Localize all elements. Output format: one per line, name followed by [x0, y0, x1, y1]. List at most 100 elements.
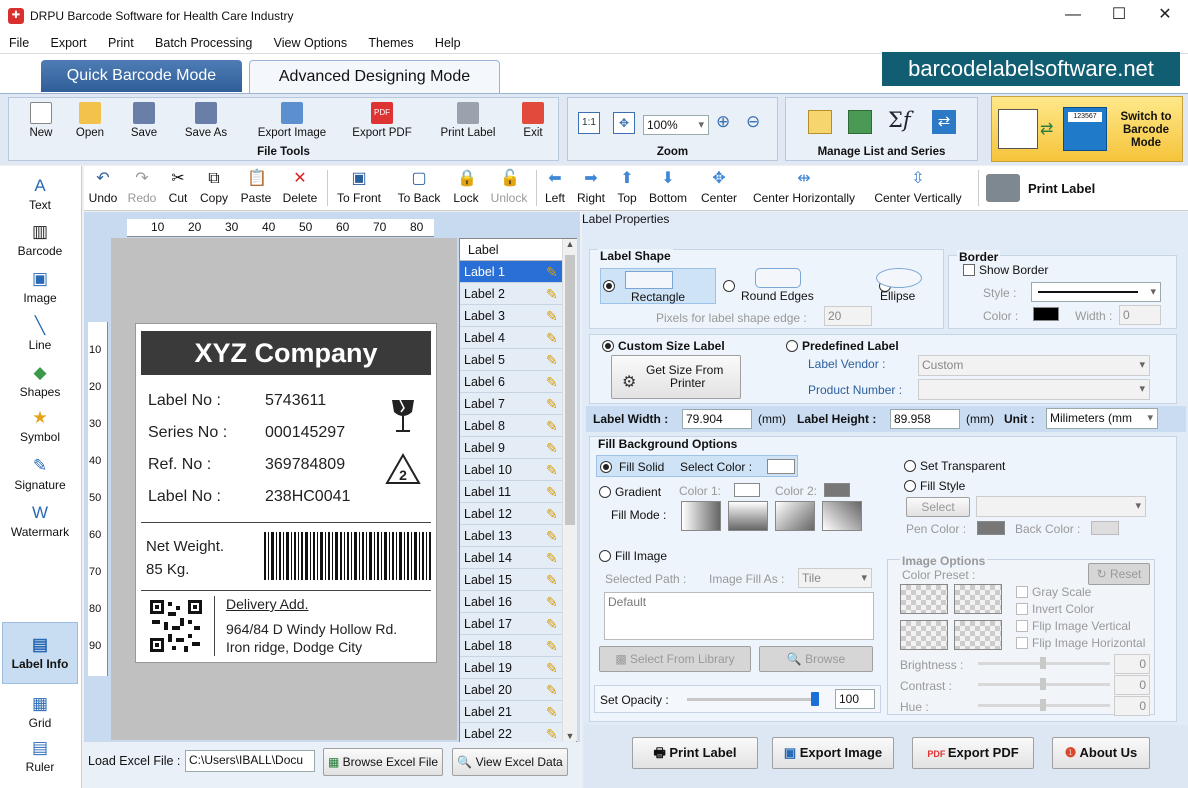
export-pdf-button[interactable]: PDF Export PDF — [347, 102, 417, 139]
label-list-item[interactable]: Label 1 ✎ — [460, 261, 576, 283]
gradient-color1-swatch[interactable] — [734, 483, 760, 497]
shape-rectangle-option[interactable]: Rectangle — [600, 268, 716, 304]
label-list-item[interactable]: Label 12 ✎ — [460, 503, 576, 525]
edit-pencil-icon[interactable]: ✎ — [546, 396, 562, 412]
label-list-item[interactable]: Label 5 ✎ — [460, 349, 576, 371]
gray-scale-check[interactable] — [1016, 586, 1028, 598]
round-edges-radio[interactable] — [723, 280, 735, 292]
label-list-item[interactable]: Label 17 ✎ — [460, 613, 576, 635]
preset-swatch-4[interactable] — [954, 620, 1002, 650]
label-list-item[interactable]: Label 4 ✎ — [460, 327, 576, 349]
hue-slider[interactable] — [978, 699, 1110, 711]
unlock-button[interactable]: 🔓 Unlock — [488, 170, 530, 205]
invert-color-checkbox[interactable]: Invert Color — [1016, 602, 1094, 616]
shapes-tool[interactable]: ◆ Shapes — [2, 363, 78, 399]
label-list-item[interactable]: Label 21 ✎ — [460, 701, 576, 723]
label-list-item[interactable]: Label 9 ✎ — [460, 437, 576, 459]
maximize-button[interactable]: ☐ — [1096, 0, 1142, 32]
fill-mode-vertical[interactable] — [728, 501, 768, 531]
net-weight-label[interactable]: Net Weight. — [146, 538, 224, 555]
edit-pencil-icon[interactable]: ✎ — [546, 704, 562, 720]
tab-advanced-designing-mode[interactable]: Advanced Designing Mode — [249, 60, 500, 93]
label-vendor-select[interactable]: Custom — [918, 355, 1150, 376]
center-horizontally-button[interactable]: ⇹ Center Horizontally — [748, 170, 860, 205]
image-tool[interactable]: ▣ Image — [2, 269, 78, 305]
delivery-title[interactable]: Delivery Add. — [226, 596, 308, 612]
menu-export[interactable]: Export — [42, 32, 96, 50]
edit-pencil-icon[interactable]: ✎ — [546, 506, 562, 522]
scroll-down-icon[interactable]: ▼ — [563, 731, 577, 741]
label-list-item[interactable]: Label 13 ✎ — [460, 525, 576, 547]
get-size-from-printer-button[interactable]: ⚙ Get Size From Printer — [611, 355, 741, 399]
custom-size-radio[interactable] — [602, 340, 614, 352]
hue-thumb[interactable] — [1040, 699, 1046, 711]
fill-style-radio[interactable] — [904, 480, 916, 492]
edit-pencil-icon[interactable]: ✎ — [546, 616, 562, 632]
line-tool[interactable]: ╲ Line — [2, 316, 78, 352]
undo-button[interactable]: ↶ Undo — [88, 170, 118, 205]
edit-pencil-icon[interactable]: ✎ — [546, 264, 562, 280]
preset-swatch-1[interactable] — [900, 584, 948, 614]
fill-style-select[interactable] — [976, 496, 1146, 517]
edit-pencil-icon[interactable]: ✎ — [546, 594, 562, 610]
label-list-scrollbar[interactable]: ▲ ▼ — [562, 239, 577, 741]
edit-pencil-icon[interactable]: ✎ — [546, 374, 562, 390]
lock-button[interactable]: 🔒 Lock — [450, 170, 482, 205]
switch-to-barcode-mode-button[interactable]: ⇄ 123567 Switch to Barcode Mode — [991, 96, 1183, 162]
set-transparent-option[interactable]: Set Transparent — [904, 459, 1005, 473]
edit-pencil-icon[interactable]: ✎ — [546, 330, 562, 346]
brightness-input[interactable]: 0 — [1114, 654, 1150, 674]
text-tool[interactable]: A Text — [2, 176, 78, 212]
fill-color-swatch[interactable] — [767, 459, 795, 474]
edit-pencil-icon[interactable]: ✎ — [546, 638, 562, 654]
minimize-button[interactable]: — — [1050, 0, 1096, 32]
excel-path-input[interactable]: C:\Users\IBALL\Docu — [185, 750, 315, 772]
menu-file[interactable]: File — [0, 32, 38, 50]
label-list-item[interactable]: Label 19 ✎ — [460, 657, 576, 679]
gray-scale-checkbox[interactable]: Gray Scale — [1016, 585, 1091, 599]
cut-button[interactable]: ✂ Cut — [166, 170, 190, 205]
label-list-item[interactable]: Label 7 ✎ — [460, 393, 576, 415]
label-list-item[interactable]: Label 10 ✎ — [460, 459, 576, 481]
label-list-item[interactable]: Label 20 ✎ — [460, 679, 576, 701]
menu-themes[interactable]: Themes — [359, 32, 422, 50]
zoom-actual-size-button[interactable]: 1:1 — [578, 112, 600, 134]
edit-pencil-icon[interactable]: ✎ — [546, 352, 562, 368]
paste-button[interactable]: 📋 Paste — [238, 170, 274, 205]
watermark-tool[interactable]: W Watermark — [2, 503, 78, 539]
brightness-thumb[interactable] — [1040, 657, 1046, 669]
address-line-1[interactable]: 964/84 D Windy Hollow Rd. — [226, 621, 397, 637]
about-us-button[interactable]: ❶ About Us — [1052, 737, 1150, 769]
edit-pencil-icon[interactable]: ✎ — [546, 572, 562, 588]
field-name-2[interactable]: Series No : — [148, 424, 227, 442]
ruler-tool[interactable]: ▤ Ruler — [2, 738, 78, 774]
unit-select[interactable]: Milimeters (mm — [1046, 408, 1158, 429]
back-color-swatch[interactable] — [1091, 521, 1119, 535]
label-list-item[interactable]: Label 11 ✎ — [460, 481, 576, 503]
label-list-item[interactable]: Label 18 ✎ — [460, 635, 576, 657]
view-excel-button[interactable]: 🔍 View Excel Data — [452, 748, 568, 776]
export-image-button[interactable]: Export Image — [249, 102, 335, 139]
symbol-tool[interactable]: ★ Symbol — [2, 408, 78, 444]
zoom-in-icon[interactable]: ⊕ — [716, 112, 738, 134]
field-value-3[interactable]: 369784809 — [265, 456, 345, 474]
field-name-1[interactable]: Label No : — [148, 392, 221, 410]
scroll-up-icon[interactable]: ▲ — [563, 239, 577, 253]
field-value-4[interactable]: 238HC0041 — [265, 488, 350, 506]
label-list-item[interactable]: Label 16 ✎ — [460, 591, 576, 613]
label-list-item[interactable]: Label 6 ✎ — [460, 371, 576, 393]
set-transparent-radio[interactable] — [904, 460, 916, 472]
contrast-thumb[interactable] — [1040, 678, 1046, 690]
fill-solid-option[interactable]: Fill Solid Select Color : — [596, 455, 798, 477]
browse-image-button[interactable]: 🔍 Browse — [759, 646, 873, 672]
export-pdf-bottom-button[interactable]: PDF Export PDF — [912, 737, 1034, 769]
fill-mode-diagonal[interactable] — [775, 501, 815, 531]
edit-pencil-icon[interactable]: ✎ — [546, 484, 562, 500]
label-list-item[interactable]: Label 3 ✎ — [460, 305, 576, 327]
formula-icon[interactable]: Σ𝑓 — [888, 108, 918, 134]
custom-size-option[interactable]: Custom Size Label — [602, 339, 725, 353]
border-style-select[interactable] — [1031, 282, 1161, 302]
save-as-button[interactable]: Save As — [177, 102, 235, 139]
opacity-input[interactable]: 100 — [835, 689, 875, 709]
center-vertically-button[interactable]: ⇳ Center Vertically — [870, 170, 966, 205]
